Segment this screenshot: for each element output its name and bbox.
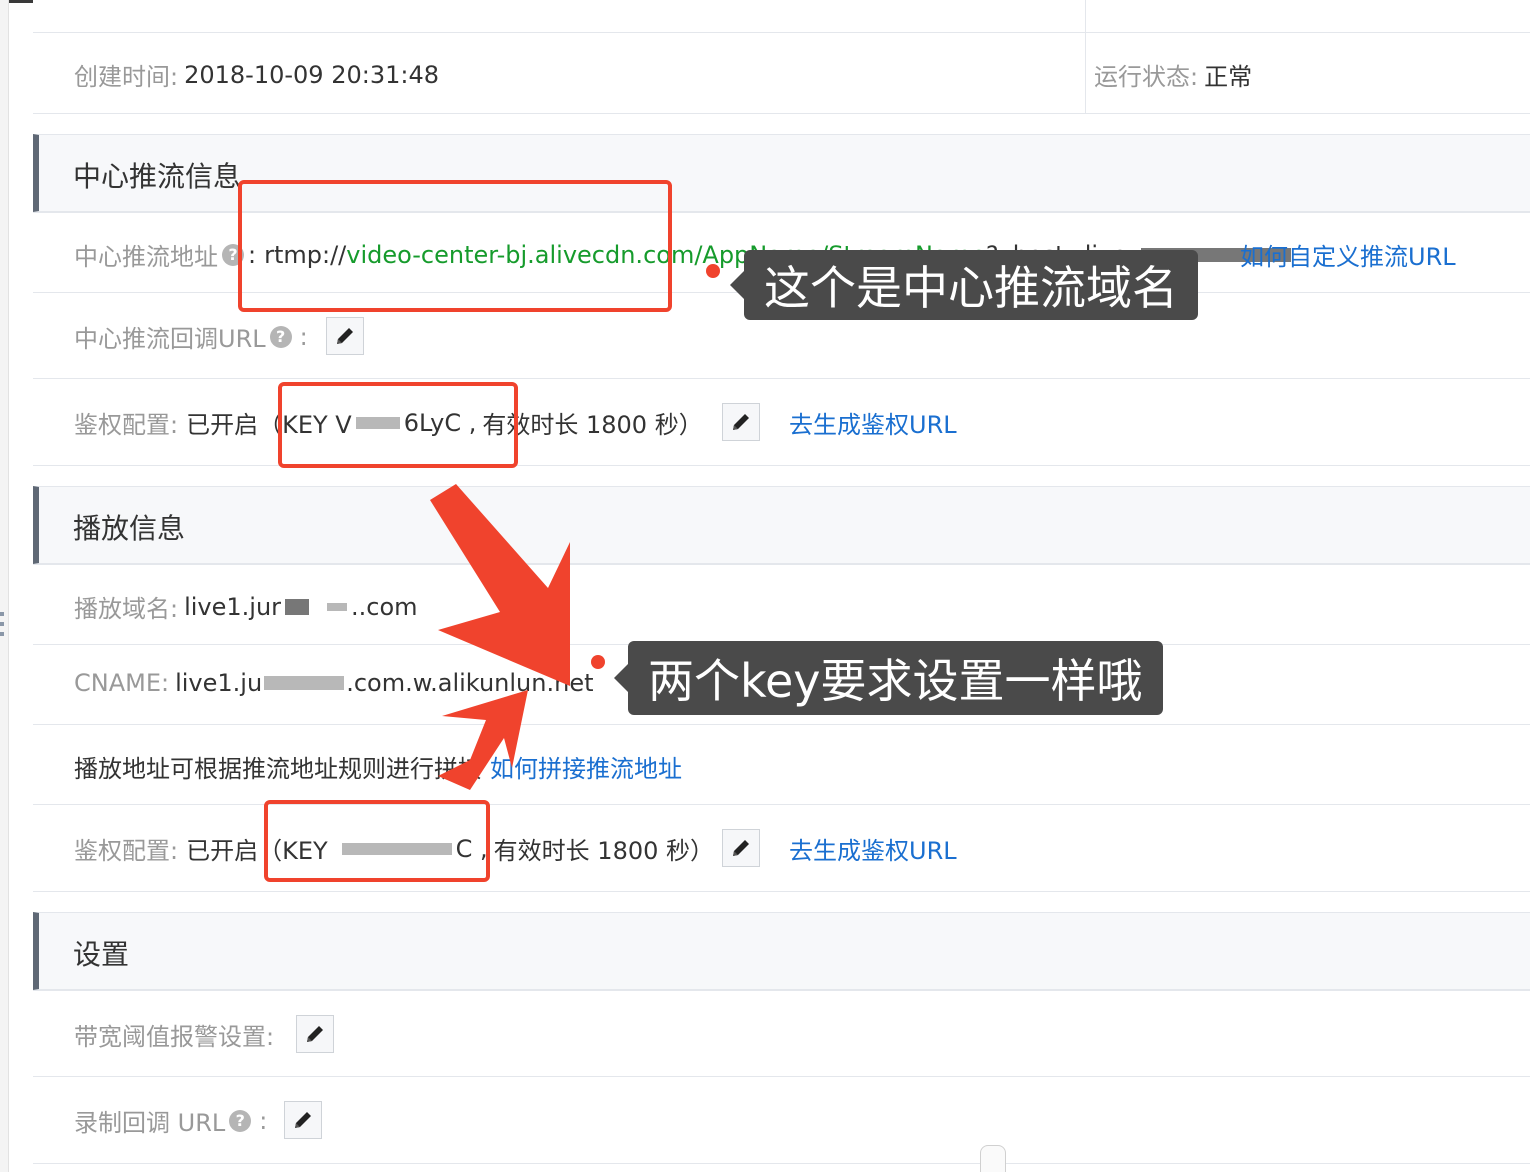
play-domain-head: live1.jur	[184, 592, 282, 621]
center-push-title: 中心推流信息	[73, 160, 242, 193]
question-circle-icon[interactable]: ?	[229, 1109, 252, 1132]
pencil-icon	[733, 414, 749, 430]
handle-dot	[0, 622, 4, 626]
play-rule-row: 播放地址可根据推流地址规则进行拼接 如何拼接推流地址	[33, 724, 1530, 805]
pencil-icon	[307, 1026, 323, 1042]
cname-head: live1.ju	[175, 669, 263, 697]
edit-record-callback-button[interactable]	[284, 1101, 322, 1139]
question-circle-icon[interactable]: ?	[269, 325, 292, 348]
edit-auth-button[interactable]	[722, 829, 760, 867]
callout-dot	[591, 655, 605, 669]
basic-info-row: 创建时间: 2018-10-09 20:31:48 运行状态: 正常	[33, 32, 1530, 114]
redacted-block	[327, 602, 348, 611]
play-domain-label: 播放域名:	[74, 595, 179, 623]
page: 创建时间: 2018-10-09 20:31:48 运行状态: 正常 中心推流信…	[0, 0, 1530, 1172]
settings-title: 设置	[73, 938, 130, 971]
pencil-icon	[295, 1112, 311, 1128]
record-callback-label: 录制回调 URL	[74, 1109, 226, 1137]
bandwidth-alert-field: 带宽阈值报警设置:	[74, 1017, 274, 1052]
created-time-field: 创建时间: 2018-10-09 20:31:48	[74, 57, 439, 92]
record-callback-row: 录制回调 URL ? :	[33, 1076, 1530, 1164]
auth-validity: 有效时长 1800 秒）	[493, 837, 715, 865]
redacted-block	[264, 676, 345, 690]
handle-dot	[0, 632, 4, 636]
cname-field: CNAME: live1.ju .com.w.alikunlun.net	[74, 669, 594, 697]
custom-push-url-link[interactable]: 如何自定义推流URL	[1240, 237, 1456, 272]
cname-tail: .com.w.alikunlun.net	[346, 669, 594, 697]
play-rule-text: 播放地址可根据推流地址规则进行拼接	[74, 755, 482, 783]
auth-label: 鉴权配置:	[74, 837, 179, 865]
pencil-icon	[733, 840, 749, 856]
auth-status: 已开启	[186, 837, 259, 865]
scroll-handle[interactable]	[980, 1145, 1006, 1172]
redacted-block	[285, 598, 310, 615]
splice-push-url-link[interactable]: 如何拼接推流地址	[490, 749, 682, 784]
callout-push-domain: 这个是中心推流域名	[730, 250, 1198, 320]
play-auth-row: 鉴权配置: 已开启 （KEY C , 有效时长 1800 秒） 去生成鉴权URL	[33, 804, 1530, 892]
status-value: 正常	[1204, 63, 1253, 91]
center-push-auth-row: 鉴权配置: 已开启 （KEY V 6LyC , 有效时长 1800 秒） 去生成…	[33, 378, 1530, 466]
column-divider	[1085, 0, 1086, 33]
play-rule-field: 播放地址可根据推流地址规则进行拼接 如何拼接推流地址	[74, 749, 682, 784]
play-section-header: 播放信息	[33, 486, 1530, 564]
settings-section-header: 设置	[33, 912, 1530, 990]
created-time-value: 2018-10-09 20:31:48	[184, 60, 439, 89]
highlight-push-domain	[238, 180, 672, 312]
record-callback-field: 录制回调 URL ? :	[74, 1103, 267, 1138]
bandwidth-alert-row: 带宽阈值报警设置:	[33, 990, 1530, 1077]
highlight-play-key	[264, 800, 490, 882]
callback-separator: :	[299, 322, 308, 351]
center-push-address-label: 中心推流地址	[74, 243, 218, 271]
handle-dot	[0, 612, 4, 616]
auth-status: 已开启	[186, 411, 259, 439]
generate-auth-url-link[interactable]: 去生成鉴权URL	[789, 831, 957, 866]
edit-callback-button[interactable]	[326, 317, 364, 355]
play-domain-row: 播放域名: live1.jur ..com	[33, 564, 1530, 645]
record-separator: :	[259, 1106, 268, 1135]
top-row	[33, 0, 1530, 33]
callout-push-domain-text: 这个是中心推流域名	[764, 261, 1178, 315]
edit-auth-button[interactable]	[722, 403, 760, 441]
callout-same-keys-text: 两个key要求设置一样哦	[648, 654, 1143, 708]
center-push-callback-label: 中心推流回调URL	[74, 325, 266, 353]
column-divider	[1085, 33, 1086, 113]
cname-label: CNAME:	[74, 669, 170, 697]
pencil-icon	[337, 328, 353, 344]
status-field: 运行状态: 正常	[1094, 57, 1252, 92]
edit-bandwidth-button[interactable]	[296, 1015, 334, 1053]
status-label: 运行状态:	[1094, 63, 1199, 91]
bandwidth-alert-label: 带宽阈值报警设置:	[74, 1023, 275, 1051]
play-domain-tail: ..com	[351, 592, 418, 621]
callout-dot	[706, 264, 720, 278]
generate-auth-url-link[interactable]: 去生成鉴权URL	[789, 405, 957, 440]
left-strip	[0, 0, 9, 1172]
center-push-callback-field: 中心推流回调URL ? :	[74, 319, 308, 354]
play-title: 播放信息	[73, 512, 186, 545]
callout-same-keys: 两个key要求设置一样哦	[614, 641, 1163, 715]
auth-label: 鉴权配置:	[74, 411, 179, 439]
created-time-label: 创建时间:	[74, 63, 179, 91]
highlight-push-key	[278, 382, 518, 468]
play-domain-field: 播放域名: live1.jur ..com	[74, 589, 418, 624]
